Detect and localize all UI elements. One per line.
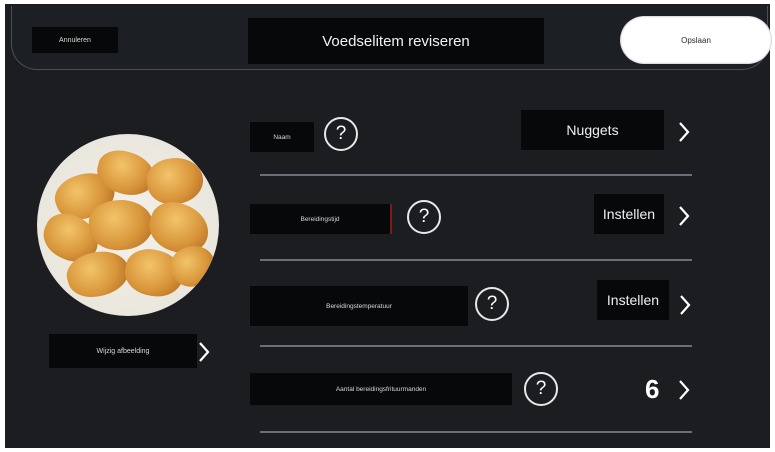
cooking-time-value[interactable]: Instellen — [594, 194, 664, 234]
cancel-button[interactable]: Annuleren — [32, 27, 118, 53]
save-button[interactable]: Opslaan — [620, 16, 772, 64]
cooking-temperature-help-icon[interactable]: ? — [475, 287, 509, 321]
page-title: Voedselitem reviseren — [248, 18, 544, 64]
cooking-temperature-label: Bereidingstemperatuur — [250, 286, 468, 326]
name-value[interactable]: Nuggets — [521, 110, 664, 150]
cooking-time-label: Bereidingstijd — [250, 204, 392, 234]
cooking-temperature-value[interactable]: Instellen — [597, 280, 669, 320]
food-photo — [37, 134, 219, 316]
change-image-chevron-icon[interactable] — [196, 340, 212, 364]
change-image-button[interactable]: Wijzig afbeelding — [49, 334, 197, 368]
divider — [260, 431, 692, 433]
basket-count-label: Aantal bereidingsfrituurmanden — [250, 373, 512, 405]
header-bar: Annuleren Voedselitem reviseren Opslaan — [11, 6, 772, 70]
basket-count-chevron-icon[interactable] — [676, 378, 692, 402]
divider — [260, 345, 692, 347]
divider — [260, 259, 692, 261]
name-label: Naam — [250, 122, 314, 152]
cooking-temperature-chevron-icon[interactable] — [677, 293, 693, 317]
cooking-time-help-icon[interactable]: ? — [407, 200, 441, 234]
basket-count-help-icon[interactable]: ? — [524, 372, 558, 406]
divider — [260, 174, 692, 176]
name-chevron-icon[interactable] — [676, 120, 692, 144]
screen: Annuleren Voedselitem reviseren Opslaan … — [5, 4, 772, 448]
basket-count-value[interactable]: 6 — [645, 374, 659, 405]
cooking-time-chevron-icon[interactable] — [676, 204, 692, 228]
name-help-icon[interactable]: ? — [324, 117, 358, 151]
